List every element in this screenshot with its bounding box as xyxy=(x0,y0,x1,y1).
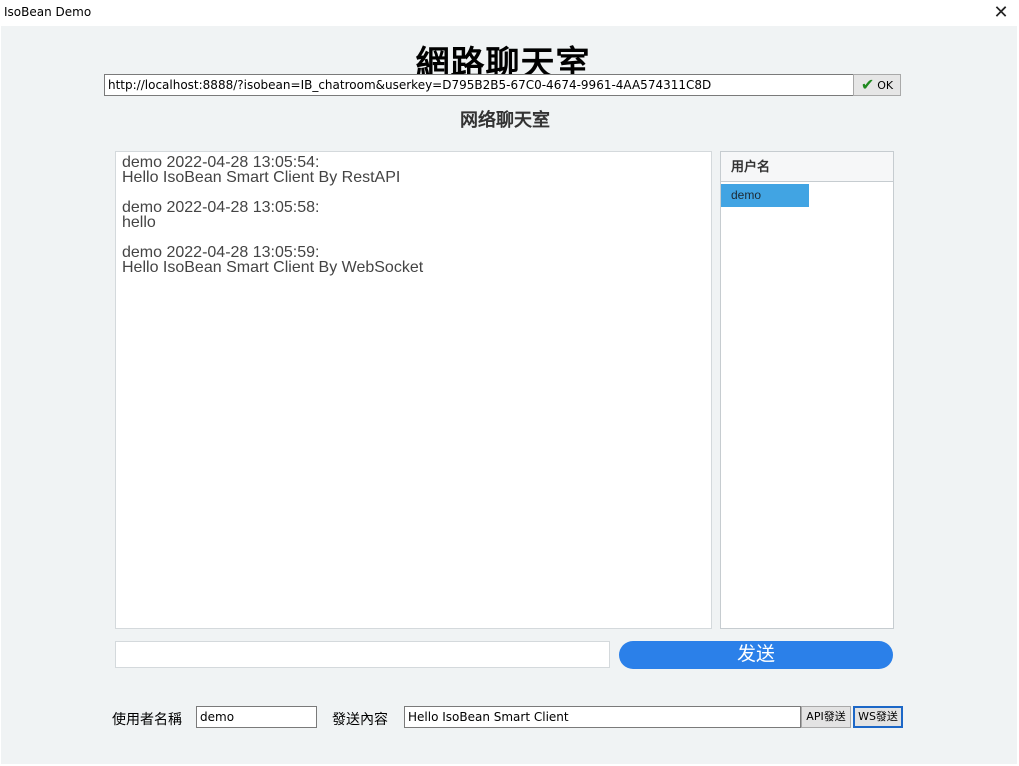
chat-message: demo 2022-04-28 13:05:59: Hello IsoBean … xyxy=(122,244,705,276)
chat-message-text: Hello IsoBean Smart Client By RestAPI xyxy=(122,169,401,186)
user-list-item[interactable]: demo xyxy=(721,184,809,207)
close-icon[interactable]: ✕ xyxy=(991,2,1011,22)
window-titlebar: IsoBean Demo ✕ xyxy=(0,0,1019,26)
chat-message-text: Hello IsoBean Smart Client By WebSocket xyxy=(122,259,424,276)
chat-message: demo 2022-04-28 13:05:54: Hello IsoBean … xyxy=(122,154,705,186)
send-button[interactable]: 发送 xyxy=(619,641,893,669)
content-input[interactable]: Hello IsoBean Smart Client xyxy=(404,706,801,728)
chat-message-header: demo 2022-04-28 13:05:58: xyxy=(122,199,320,216)
url-input[interactable]: http://localhost:8888/?isobean=IB_chatro… xyxy=(104,74,857,96)
window-client-area: 網路聊天室 http://localhost:8888/?isobean=IB_… xyxy=(1,26,1017,764)
chat-log[interactable]: demo 2022-04-28 13:05:54: Hello IsoBean … xyxy=(115,151,712,629)
username-label: 使用者名稱 xyxy=(112,712,182,728)
ok-button-label: OK xyxy=(877,78,894,92)
window-title: IsoBean Demo xyxy=(4,5,92,19)
chat-message-text: hello xyxy=(122,214,156,231)
web-view: 网络聊天室 demo 2022-04-28 13:05:54: Hello Is… xyxy=(105,98,905,669)
checkmark-icon: ✔ xyxy=(860,75,875,94)
ok-button[interactable]: ✔ OK xyxy=(853,74,901,96)
content-label: 發送內容 xyxy=(332,712,388,728)
username-input[interactable]: demo xyxy=(196,706,317,728)
chat-message: demo 2022-04-28 13:05:58: hello xyxy=(122,199,705,231)
ws-send-button[interactable]: WS發送 xyxy=(853,706,903,728)
chat-message-header: demo 2022-04-28 13:05:54: xyxy=(122,154,320,171)
message-input[interactable] xyxy=(115,641,610,668)
chat-message-header: demo 2022-04-28 13:05:59: xyxy=(122,244,320,261)
api-send-button[interactable]: API發送 xyxy=(801,706,851,728)
chatroom-title: 网络聊天室 xyxy=(460,110,550,130)
user-list-panel: 用户名 demo xyxy=(720,151,894,629)
user-list-header: 用户名 xyxy=(721,152,893,182)
